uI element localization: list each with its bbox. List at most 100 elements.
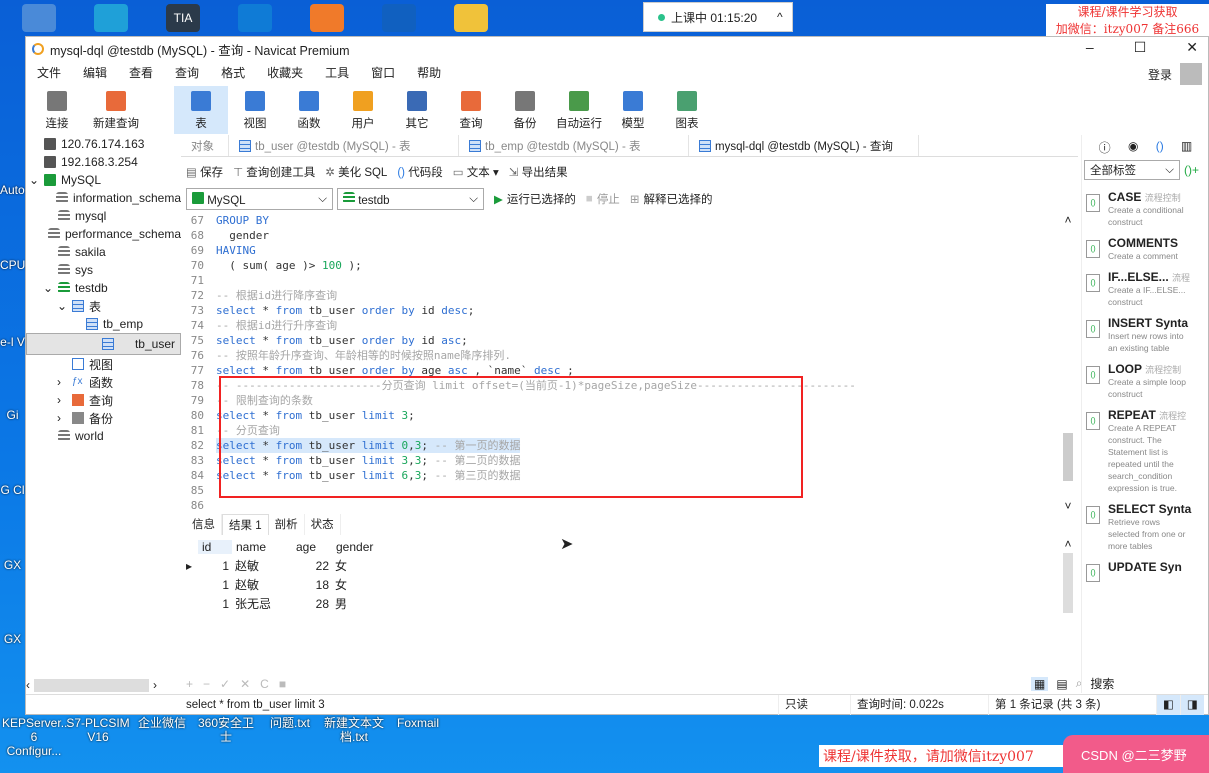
toolbar-button-9[interactable]: 自动运行 (552, 86, 606, 134)
desktop-icon-label[interactable]: S7-PLCSIM V16 (66, 716, 130, 744)
table-cell[interactable]: 女 (332, 557, 382, 574)
query-tool-button[interactable]: ⇲ 导出结果 (509, 164, 568, 180)
snippet-item[interactable]: () LOOP 流程控制 Create a simple loop construc… (1082, 362, 1209, 400)
table-row[interactable]: 1 张无忌 28 男 (186, 594, 382, 613)
query-tool-button[interactable]: ✲ 美化 SQL (325, 164, 387, 180)
menu-item[interactable]: 编辑 (72, 64, 118, 81)
grid-tool-icon[interactable]: − (203, 677, 210, 691)
menu-item[interactable]: 文件 (26, 64, 72, 81)
toolbar-button-2[interactable]: 表 (174, 86, 228, 134)
snippet-item[interactable]: () COMMENTS Create a comment (1082, 236, 1209, 262)
table-row[interactable]: ▸ 1 赵敏 22 女 (186, 556, 382, 575)
desktop-icon-label[interactable]: GX (0, 632, 25, 646)
scroll-left-icon[interactable]: ‹ (26, 678, 30, 692)
eye-icon[interactable]: ◉ (1128, 139, 1138, 156)
chevron-right-icon[interactable]: › (57, 375, 67, 389)
menu-item[interactable]: 工具 (314, 64, 360, 81)
snippet-item[interactable]: () UPDATE Syn (1082, 560, 1209, 582)
folder-desktop-icon[interactable] (454, 4, 488, 32)
scroll-right-icon[interactable]: › (153, 678, 157, 692)
toolbar-button-1[interactable]: 新建查询 (84, 86, 148, 134)
tree-item[interactable]: › 备份 (26, 409, 181, 427)
table-cell[interactable]: 1 (198, 597, 232, 611)
desktop-icon-label[interactable]: 企业微信 (130, 716, 194, 730)
edge-desktop-icon[interactable] (94, 4, 128, 32)
chevron-down-icon[interactable]: ⌄ (29, 173, 39, 187)
menu-item[interactable]: 格式 (210, 64, 256, 81)
query-tool-button[interactable]: ▤ 保存 (186, 164, 223, 180)
scroll-up-icon[interactable]: ˄ (1061, 213, 1075, 227)
avatar[interactable] (1180, 63, 1202, 85)
desktop-icon-label[interactable]: KEPServer... 6 Configur... (2, 716, 71, 758)
computer-desktop-icon[interactable] (22, 4, 56, 32)
tia-portal-desktop-icon[interactable]: TIA (166, 4, 200, 32)
tag-filter-select[interactable]: 全部标签 ⌵ (1084, 160, 1180, 180)
class-timer[interactable]: 上课中 01:15:20 ^ (643, 2, 793, 32)
scroll-thumb[interactable] (34, 678, 149, 692)
menu-item[interactable]: 查看 (118, 64, 164, 81)
query-tool-button[interactable]: ⊤ 查询创建工具 (233, 164, 315, 180)
tree-item[interactable]: ⌄ testdb (26, 279, 181, 297)
grid-tool-icon[interactable]: + (186, 677, 193, 691)
desktop-icon-label[interactable]: Gi (0, 408, 25, 422)
toolbar-button-8[interactable]: 备份 (498, 86, 552, 134)
editor-tab[interactable]: tb_user @testdb (MySQL) - 表 (229, 135, 459, 156)
run-selected-button[interactable]: 运行已选择的 (507, 191, 576, 207)
tree-item[interactable]: sakila (26, 243, 181, 261)
menu-item[interactable]: 查询 (164, 64, 210, 81)
connection-select[interactable]: MySQL ⌵ (186, 188, 333, 210)
table-cell[interactable]: 28 (292, 597, 332, 611)
grid-view-icon[interactable]: ▦ (1031, 676, 1049, 691)
chevron-down-icon[interactable]: ⌄ (57, 299, 67, 313)
login-link[interactable]: 登录 (1148, 66, 1172, 83)
toolbar-button-6[interactable]: 其它 (390, 86, 444, 134)
desktop-icon-label[interactable]: G Cl (0, 483, 25, 497)
tree-item[interactable]: tb_user (26, 333, 181, 355)
table-cell[interactable]: 女 (332, 576, 382, 593)
toolbar-button-11[interactable]: 图表 (660, 86, 714, 134)
table-cell[interactable]: 18 (292, 578, 332, 592)
tree-item[interactable]: performance_schema (26, 225, 181, 243)
snippet-item[interactable]: () INSERT Synta Insert new rows into an e… (1082, 316, 1209, 354)
column-header[interactable]: gender (332, 540, 382, 554)
tree-horizontal-scrollbar[interactable]: ‹ › (26, 677, 181, 693)
tree-item[interactable]: 192.168.3.254 (26, 153, 181, 171)
table-cell[interactable]: 赵敏 (232, 557, 292, 574)
tree-item[interactable]: mysql (26, 207, 181, 225)
desktop-icon-label[interactable]: 360安全卫士 (194, 716, 258, 744)
chevron-down-icon[interactable]: ⌄ (43, 281, 53, 295)
table-cell[interactable]: 1 (198, 578, 232, 592)
menu-item[interactable]: 帮助 (406, 64, 452, 81)
editor-tab[interactable]: tb_emp @testdb (MySQL) - 表 (459, 135, 689, 156)
chevron-right-icon[interactable]: › (57, 393, 67, 407)
editor-scrollbar[interactable]: ˄ ˅ (1061, 213, 1075, 513)
toolbar-button-3[interactable]: 视图 (228, 86, 282, 134)
tree-item[interactable]: tb_emp (26, 315, 181, 333)
tree-item[interactable]: information_schema (26, 189, 181, 207)
scroll-down-icon[interactable]: ˅ (1061, 499, 1075, 513)
toolbar-button-7[interactable]: 查询 (444, 86, 498, 134)
add-snippet-icon[interactable]: ()+ (1184, 163, 1199, 177)
desktop-icon-label[interactable]: GX (0, 558, 25, 572)
table-row[interactable]: 1 赵敏 18 女 (186, 575, 382, 594)
chevron-right-icon[interactable]: › (57, 411, 67, 425)
tree-item[interactable]: ⌄ MySQL (26, 171, 181, 189)
grid-tool-icon[interactable]: ✓ (220, 677, 230, 691)
editor-tab[interactable]: mysql-dql @testdb (MySQL) - 查询 (689, 135, 919, 156)
snippet-item[interactable]: () IF...ELSE... 流程 Create a IF...ELSE... c… (1082, 270, 1209, 308)
tree-item[interactable]: 视图 (26, 355, 181, 373)
toolbar-button-0[interactable]: 连接 (30, 86, 84, 134)
query-tool-button[interactable]: ▭ 文本 ▾ (453, 164, 499, 180)
snippet-icon[interactable]: () (1156, 139, 1164, 156)
snippet-item[interactable]: () REPEAT 流程控 Create A REPEAT construct. T… (1082, 408, 1209, 494)
snippet-item[interactable]: () SELECT Synta Retrieve rows selected fr… (1082, 502, 1209, 552)
desktop-icon-label[interactable]: Auto Lice (0, 183, 25, 197)
grid-tool-icon[interactable]: ■ (279, 677, 286, 691)
table-cell[interactable]: 22 (292, 559, 332, 573)
grid-tool-icon[interactable]: C (260, 677, 269, 691)
form-view-icon[interactable]: ▤ (1056, 677, 1067, 691)
maximize-button[interactable]: ☐ (1134, 39, 1147, 56)
grid-tool-icon[interactable]: ✕ (240, 677, 250, 691)
login-area[interactable]: 登录 (1148, 63, 1202, 85)
app-colorful-desktop-icon[interactable] (310, 4, 344, 32)
